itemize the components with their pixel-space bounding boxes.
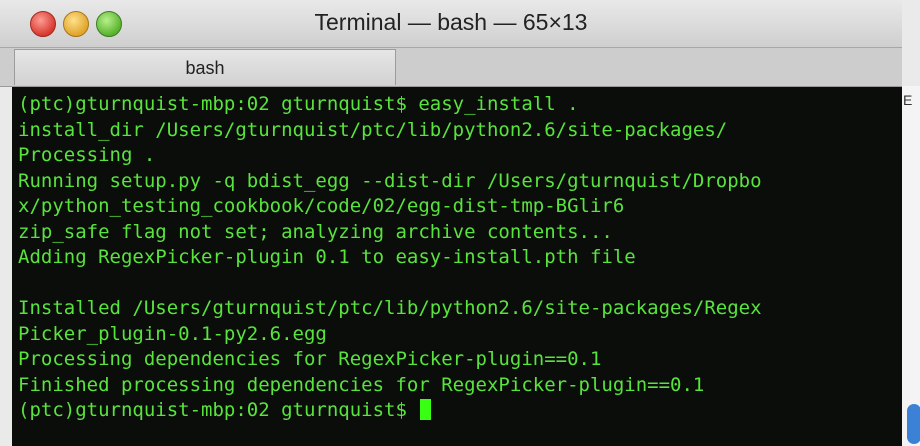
terminal-output[interactable]: (ptc)gturnquist-mbp:02 gturnquist$ easy_…: [12, 87, 902, 446]
terminal-line: Picker_plugin-0.1-py2.6.egg: [18, 322, 327, 345]
title-bar[interactable]: Terminal — bash — 65×13: [0, 0, 902, 48]
terminal-line: Processing .: [18, 144, 156, 166]
terminal-line: Processing dependencies for RegexPicker-…: [18, 348, 602, 370]
terminal-line: x/python_testing_cookbook/code/02/egg-di…: [18, 195, 625, 217]
tab-label: bash: [185, 58, 225, 78]
terminal-line: Installed /Users/gturnquist/ptc/lib/pyth…: [18, 297, 762, 319]
terminal-window: Terminal — bash — 65×13 bash (ptc)gturnq…: [0, 0, 902, 446]
tab-bar: bash: [0, 48, 902, 87]
terminal-line: Finished processing dependencies for Reg…: [18, 373, 705, 396]
terminal-line: zip_safe flag not set; analyzing archive…: [18, 220, 613, 243]
terminal-line: Adding RegexPicker-plugin 0.1 to easy-in…: [18, 246, 636, 268]
terminal-line: Running setup.py -q bdist_egg --dist-dir…: [18, 169, 762, 192]
terminal-line: (ptc)gturnquist-mbp:02 gturnquist$ easy_…: [18, 93, 579, 115]
text-cursor: [420, 399, 432, 420]
tab-bash[interactable]: bash: [14, 49, 396, 85]
window-title: Terminal — bash — 65×13: [314, 9, 588, 35]
prompt-line[interactable]: (ptc)gturnquist-mbp:02 gturnquist$: [18, 398, 902, 424]
background-scrollbar-knob: [907, 404, 920, 444]
shell-prompt: (ptc)gturnquist-mbp:02 gturnquist$: [18, 399, 419, 421]
terminal-line: install_dir /Users/gturnquist/ptc/lib/py…: [18, 118, 728, 141]
background-edge-label: E: [903, 92, 913, 108]
